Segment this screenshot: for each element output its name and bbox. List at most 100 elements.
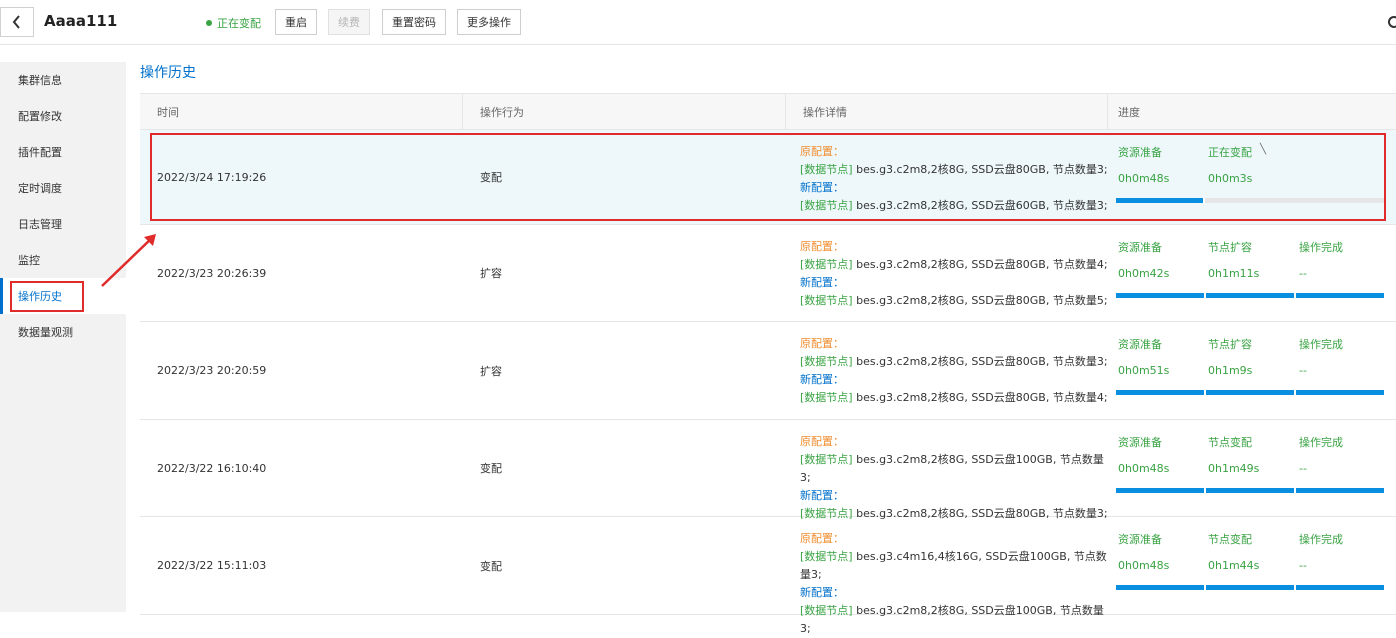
node-tag: [数据节点] [800, 294, 853, 307]
reset-password-button[interactable]: 重置密码 [382, 9, 446, 35]
orig-config-label: 原配置： [800, 337, 844, 350]
new-config-label: 新配置： [800, 373, 844, 386]
progress-bar-fill [1206, 585, 1296, 590]
progress-step-label: 资源准备 [1118, 533, 1162, 546]
progress-bar-fill [1296, 293, 1386, 298]
table-row: 2022/3/23 20:20:59 扩容 原配置： [数据节点] bes.g3… [140, 322, 1396, 420]
progress-bar-fill [1206, 390, 1296, 395]
progress-step-label: 节点扩容 [1208, 241, 1252, 254]
table-header: 时间 操作行为 操作详情 进度 [140, 93, 1396, 130]
refresh-icon[interactable] [1386, 14, 1396, 30]
progress-bar [1116, 585, 1386, 590]
progress-step-time: -- [1299, 559, 1307, 572]
progress-step-label: 操作完成 [1299, 241, 1343, 254]
table-row: 2022/3/22 16:10:40 变配 原配置： [数据节点] bes.g3… [140, 420, 1396, 520]
progress-step-label: 节点变配 [1208, 533, 1252, 546]
orig-config-label: 原配置： [800, 532, 844, 545]
progress-step-time: 0h1m44s [1208, 559, 1260, 572]
cell-progress: 资源准备 0h0m48s 节点变配 0h1m44s 操作完成 -- [1108, 517, 1396, 614]
sidebar-item-schedule[interactable]: 定时调度 [0, 170, 126, 206]
progress-step-label: 操作完成 [1299, 533, 1343, 546]
progress-bar-fill [1116, 198, 1205, 203]
restart-button[interactable]: 重启 [275, 9, 317, 35]
progress-step-label: 正在变配 [1208, 146, 1252, 159]
progress-step-label: 操作完成 [1299, 338, 1343, 351]
progress-bar [1116, 390, 1386, 395]
cell-detail: 原配置： [数据节点] bes.g3.c2m8,2核8G, SSD云盘80GB,… [786, 322, 1108, 419]
cell-detail: 原配置： [数据节点] bes.g3.c2m8,2核8G, SSD云盘80GB,… [786, 225, 1108, 321]
progress-step-time: 0h0m51s [1118, 364, 1170, 377]
progress-step-time: -- [1299, 462, 1307, 475]
cell-time: 2022/3/22 15:11:03 [157, 559, 267, 572]
cell-time: 2022/3/22 16:10:40 [157, 461, 267, 475]
node-tag: [数据节点] [800, 163, 853, 176]
annotation-arrow-icon [101, 234, 156, 287]
progress-step-time: 0h0m48s [1118, 172, 1170, 185]
orig-config-label: 原配置： [800, 145, 844, 158]
node-tag: [数据节点] [800, 550, 853, 563]
sidebar-item-config-change[interactable]: 配置修改 [0, 98, 126, 134]
new-config-label: 新配置： [800, 276, 844, 289]
progress-bar-fill [1116, 390, 1206, 395]
cell-action: 变配 [480, 559, 502, 573]
history-table: 时间 操作行为 操作详情 进度 2022/3/24 17:19:26 变配 原配… [140, 93, 1396, 635]
progress-bar-fill [1116, 585, 1206, 590]
node-tag: [数据节点] [800, 258, 853, 271]
progress-bar-fill [1296, 488, 1386, 493]
progress-step-time: 0h1m9s [1208, 364, 1253, 377]
new-config-value: bes.g3.c2m8,2核8G, SSD云盘80GB, 节点数量4; [856, 391, 1108, 404]
table-row: 2022/3/23 20:26:39 扩容 原配置： [数据节点] bes.g3… [140, 225, 1396, 322]
progress-step-label: 操作完成 [1299, 436, 1343, 449]
progress-bar-fill [1116, 293, 1206, 298]
renew-button[interactable]: 续费 [328, 9, 370, 35]
progress-step-label: 资源准备 [1118, 146, 1162, 159]
orig-config-label: 原配置： [800, 240, 844, 253]
table-row: 2022/3/24 17:19:26 变配 原配置： [数据节点] bes.g3… [140, 130, 1396, 225]
sidebar-item-cluster-info[interactable]: 集群信息 [0, 62, 126, 98]
progress-step-label: 资源准备 [1118, 338, 1162, 351]
sidebar-item-data-volume[interactable]: 数据量观测 [0, 314, 126, 350]
progress-bar [1116, 293, 1386, 298]
sidebar-item-plugin-config[interactable]: 插件配置 [0, 134, 126, 170]
progress-step-time: 0h0m42s [1118, 267, 1170, 280]
progress-step-time: 0h0m48s [1118, 559, 1170, 572]
new-config-label: 新配置： [800, 586, 844, 599]
progress-bar [1116, 488, 1386, 493]
new-config-label: 新配置： [800, 181, 844, 194]
cell-time: 2022/3/23 20:20:59 [157, 364, 267, 377]
status-text: 正在变配 [217, 17, 261, 30]
progress-step-time: 0h0m3s [1208, 172, 1253, 185]
more-actions-button[interactable]: 更多操作 [457, 9, 521, 35]
orig-config-value: bes.g3.c2m8,2核8G, SSD云盘80GB, 节点数量3; [856, 355, 1108, 368]
progress-bar-fill [1296, 390, 1386, 395]
node-tag: [数据节点] [800, 355, 853, 368]
column-header-time: 时间 [140, 94, 463, 129]
node-tag: [数据节点] [800, 199, 853, 212]
section-title: 操作历史 [140, 65, 196, 81]
status-badge: 正在变配 [206, 15, 261, 31]
progress-step-time: -- [1299, 364, 1307, 377]
cell-action: 扩容 [480, 364, 502, 378]
page-title: Aaaa111 [44, 12, 118, 30]
progress-bar-fill [1206, 293, 1296, 298]
orig-config-label: 原配置： [800, 435, 844, 448]
back-button[interactable] [0, 7, 34, 37]
cell-detail: 原配置： [数据节点] bes.g3.c2m8,2核8G, SSD云盘100GB… [786, 420, 1108, 520]
orig-config-value: bes.g3.c2m8,2核8G, SSD云盘80GB, 节点数量3; [856, 163, 1108, 176]
column-header-detail: 操作详情 [786, 94, 1108, 129]
progress-step-time: 0h1m11s [1208, 267, 1260, 280]
cell-action: 变配 [480, 171, 502, 184]
chevron-left-icon [12, 15, 20, 29]
progress-step-label: 资源准备 [1118, 241, 1162, 254]
column-header-action: 操作行为 [463, 94, 786, 129]
progress-step-time: -- [1299, 267, 1307, 280]
new-config-value: bes.g3.c2m8,2核8G, SSD云盘80GB, 节点数量5; [856, 294, 1108, 307]
loading-icon: ╲ [1260, 144, 1267, 155]
cell-time: 2022/3/23 20:26:39 [157, 266, 267, 280]
progress-bar-fill [1116, 488, 1206, 493]
progress-bar-fill [1206, 488, 1296, 493]
node-tag: [数据节点] [800, 391, 853, 404]
cell-progress: 资源准备 0h0m42s 节点扩容 0h1m11s 操作完成 -- [1108, 225, 1396, 321]
cell-action: 变配 [480, 462, 502, 475]
new-config-value: bes.g3.c2m8,2核8G, SSD云盘60GB, 节点数量3; [856, 199, 1108, 212]
